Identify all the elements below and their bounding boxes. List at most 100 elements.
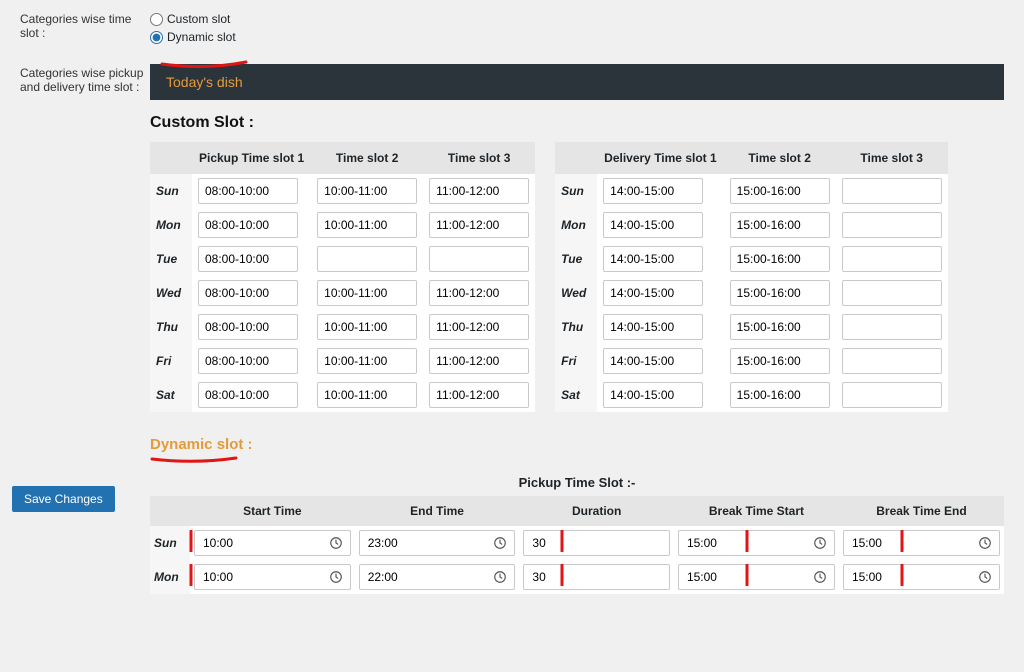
radio-dynamic-slot[interactable]: Dynamic slot xyxy=(150,28,236,46)
day-label: Sun xyxy=(150,174,192,208)
table-row: Thu xyxy=(555,310,948,344)
dynamic-slot-heading: Dynamic slot : xyxy=(150,436,1004,453)
pickup-time-slot-subheading: Pickup Time Slot :- xyxy=(150,475,1004,490)
day-label: Tue xyxy=(150,242,192,276)
day-label: Thu xyxy=(555,310,597,344)
pickup-slot3-input[interactable] xyxy=(429,382,529,408)
pickup-slot2-input[interactable] xyxy=(317,314,417,340)
delivery-slot1-input[interactable] xyxy=(603,178,703,204)
pickup-slot1-input[interactable] xyxy=(198,212,298,238)
pickup-slot2-input[interactable] xyxy=(317,280,417,306)
delivery-slot3-input[interactable] xyxy=(842,246,942,272)
delivery-slot1-input[interactable] xyxy=(603,212,703,238)
break-end-input[interactable] xyxy=(843,564,1000,590)
pickup-slot3-input[interactable] xyxy=(429,280,529,306)
pickup-slot1-input[interactable] xyxy=(198,314,298,340)
day-label: Tue xyxy=(555,242,597,276)
custom-slot-tables: Pickup Time slot 1 Time slot 2 Time slot… xyxy=(150,142,1004,412)
day-label: Wed xyxy=(150,276,192,310)
day-label: Sat xyxy=(150,378,192,412)
delivery-slot2-input[interactable] xyxy=(730,314,830,340)
delivery-slot2-input[interactable] xyxy=(730,382,830,408)
table-row: Fri xyxy=(555,344,948,378)
th-delivery-slot3: Time slot 3 xyxy=(836,142,948,174)
tab-todays-dish[interactable]: Today's dish xyxy=(166,74,243,90)
pickup-slot2-input[interactable] xyxy=(317,348,417,374)
delivery-slot2-input[interactable] xyxy=(730,212,830,238)
th-delivery-slot1: Delivery Time slot 1 xyxy=(597,142,724,174)
day-label: Sun xyxy=(150,526,190,560)
pickup-slot3-input[interactable] xyxy=(429,314,529,340)
th-pickup-slot3: Time slot 3 xyxy=(423,142,535,174)
delivery-slot2-input[interactable] xyxy=(730,246,830,272)
day-label: Mon xyxy=(555,208,597,242)
delivery-slot1-input[interactable] xyxy=(603,314,703,340)
pickup-slot1-input[interactable] xyxy=(198,348,298,374)
pickup-slot1-input[interactable] xyxy=(198,382,298,408)
duration-input[interactable] xyxy=(523,564,670,590)
delivery-slot1-input[interactable] xyxy=(603,246,703,272)
table-row: Sun xyxy=(555,174,948,208)
delivery-slot3-input[interactable] xyxy=(842,178,942,204)
table-row: Tue xyxy=(150,242,535,276)
radio-custom-slot[interactable]: Custom slot xyxy=(150,10,236,28)
pickup-slot1-input[interactable] xyxy=(198,280,298,306)
day-label: Mon xyxy=(150,560,190,594)
custom-slot-heading: Custom Slot : xyxy=(150,114,1004,132)
table-row: Sat xyxy=(555,378,948,412)
delivery-slot3-input[interactable] xyxy=(842,212,942,238)
save-button[interactable]: Save Changes xyxy=(12,486,115,512)
day-label: Wed xyxy=(555,276,597,310)
start-time-input[interactable] xyxy=(194,530,351,556)
delivery-slot2-input[interactable] xyxy=(730,280,830,306)
pickup-slot1-input[interactable] xyxy=(198,178,298,204)
delivery-slot1-input[interactable] xyxy=(603,280,703,306)
pickup-slot2-input[interactable] xyxy=(317,382,417,408)
end-time-input[interactable] xyxy=(359,564,516,590)
table-row: Tue xyxy=(555,242,948,276)
pickup-slot3-input[interactable] xyxy=(429,348,529,374)
delivery-slot3-input[interactable] xyxy=(842,382,942,408)
time-slot-mode-row: Categories wise time slot : Custom slot … xyxy=(20,10,1004,46)
radio-custom-slot-label: Custom slot xyxy=(167,10,230,28)
delivery-slot1-input[interactable] xyxy=(603,348,703,374)
pickup-slot3-input[interactable] xyxy=(429,178,529,204)
delivery-slot3-input[interactable] xyxy=(842,348,942,374)
pickup-slot2-input[interactable] xyxy=(317,212,417,238)
table-row: Mon xyxy=(150,208,535,242)
delivery-slot2-input[interactable] xyxy=(730,348,830,374)
duration-input[interactable] xyxy=(523,530,670,556)
break-start-input[interactable] xyxy=(678,530,835,556)
pickup-slot2-input[interactable] xyxy=(317,246,417,272)
pickup-slot3-input[interactable] xyxy=(429,246,529,272)
day-label: Fri xyxy=(555,344,597,378)
start-time-input[interactable] xyxy=(194,564,351,590)
table-row: Mon xyxy=(555,208,948,242)
pickup-slot2-input[interactable] xyxy=(317,178,417,204)
delivery-slot3-input[interactable] xyxy=(842,314,942,340)
day-label: Mon xyxy=(150,208,192,242)
table-row: Thu xyxy=(150,310,535,344)
pickup-slot3-input[interactable] xyxy=(429,212,529,238)
pickup-slot-table: Pickup Time slot 1 Time slot 2 Time slot… xyxy=(150,142,535,412)
radio-custom-slot-input[interactable] xyxy=(150,13,163,26)
radio-dynamic-slot-input[interactable] xyxy=(150,31,163,44)
table-row: Fri xyxy=(150,344,535,378)
label-time-slot-mode: Categories wise time slot : xyxy=(20,10,150,46)
table-row: Sun xyxy=(150,174,535,208)
pickup-slot1-input[interactable] xyxy=(198,246,298,272)
break-end-input[interactable] xyxy=(843,530,1000,556)
day-label: Sun xyxy=(555,174,597,208)
th-pickup-slot1: Pickup Time slot 1 xyxy=(192,142,311,174)
table-row: Sat xyxy=(150,378,535,412)
th-pickup-slot2: Time slot 2 xyxy=(311,142,423,174)
delivery-slot2-input[interactable] xyxy=(730,178,830,204)
delivery-slot3-input[interactable] xyxy=(842,280,942,306)
break-start-input[interactable] xyxy=(678,564,835,590)
table-row: Mon xyxy=(150,560,1004,594)
end-time-input[interactable] xyxy=(359,530,516,556)
day-label: Fri xyxy=(150,344,192,378)
delivery-slot1-input[interactable] xyxy=(603,382,703,408)
table-row: Wed xyxy=(555,276,948,310)
day-label: Sat xyxy=(555,378,597,412)
